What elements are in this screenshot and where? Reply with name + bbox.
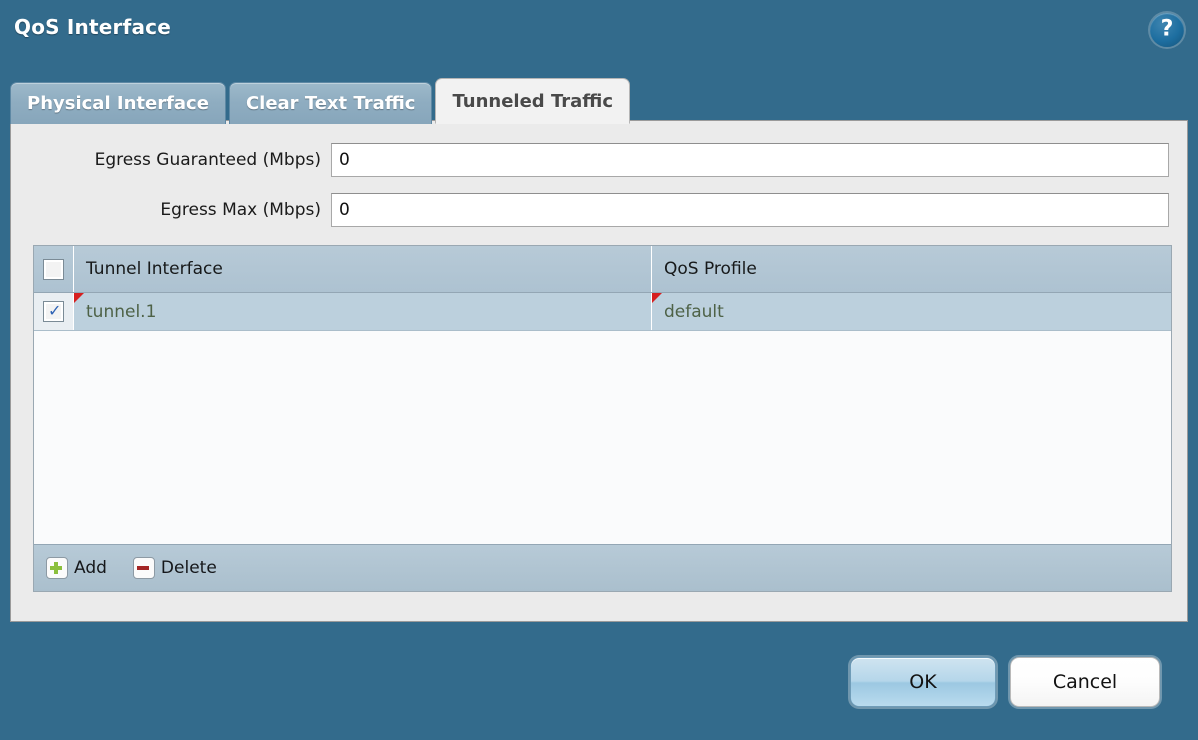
- cell-value: default: [664, 301, 724, 322]
- cell-value: tunnel.1: [86, 301, 157, 322]
- add-button[interactable]: Add: [46, 557, 107, 579]
- egress-max-label: Egress Max (Mbps): [160, 200, 321, 220]
- cell-tunnel-interface[interactable]: tunnel.1: [74, 293, 652, 330]
- egress-guaranteed-input[interactable]: [331, 143, 1169, 177]
- ok-button[interactable]: OK: [850, 657, 996, 707]
- row-checkbox[interactable]: ✓: [43, 301, 64, 322]
- tab-label: Physical Interface: [27, 93, 209, 114]
- select-all-checkbox[interactable]: [43, 258, 64, 280]
- tab-label: Clear Text Traffic: [245, 93, 416, 114]
- delete-button-label: Delete: [160, 558, 217, 578]
- tab-physical-interface[interactable]: Physical Interface: [10, 82, 226, 124]
- table-row[interactable]: ✓ tunnel.1 default: [34, 293, 1171, 331]
- plus-icon: [46, 557, 68, 579]
- table-body: ✓ tunnel.1 default: [34, 293, 1171, 544]
- egress-max-input[interactable]: [331, 193, 1169, 227]
- ok-button-label: OK: [909, 671, 937, 693]
- page-title: QoS Interface: [14, 15, 171, 39]
- dialog-titlebar: QoS Interface ?: [0, 0, 1198, 62]
- egress-guaranteed-row: Egress Guaranteed (Mbps): [11, 143, 1187, 177]
- column-header-qos-profile[interactable]: QoS Profile: [652, 246, 1171, 292]
- egress-max-row: Egress Max (Mbps): [11, 193, 1187, 227]
- delete-button[interactable]: Delete: [132, 557, 217, 579]
- cancel-button-label: Cancel: [1052, 671, 1118, 693]
- tab-clear-text-traffic[interactable]: Clear Text Traffic: [228, 82, 433, 124]
- row-select-cell: ✓: [34, 293, 74, 330]
- column-header-label: Tunnel Interface: [86, 259, 223, 279]
- tab-tunneled-traffic[interactable]: Tunneled Traffic: [435, 78, 631, 124]
- tunneled-traffic-panel: Egress Guaranteed (Mbps) Egress Max (Mbp…: [10, 120, 1188, 622]
- tab-label: Tunneled Traffic: [452, 90, 614, 112]
- tunnel-interface-table: Tunnel Interface QoS Profile ✓ tunnel.1: [33, 245, 1172, 592]
- edited-flag-icon: [74, 293, 84, 303]
- help-glyph: ?: [1160, 16, 1174, 42]
- dialog-footer: OK Cancel: [0, 622, 1198, 740]
- select-all-header-cell: [34, 246, 74, 292]
- column-header-label: QoS Profile: [664, 259, 757, 279]
- cancel-button[interactable]: Cancel: [1010, 657, 1160, 707]
- column-header-tunnel-interface[interactable]: Tunnel Interface: [74, 246, 652, 292]
- egress-guaranteed-label: Egress Guaranteed (Mbps): [94, 150, 321, 170]
- help-question-icon[interactable]: ?: [1150, 13, 1184, 47]
- edited-flag-icon: [652, 293, 662, 303]
- cell-qos-profile[interactable]: default: [652, 293, 1171, 330]
- tab-bar: Physical Interface Clear Text Traffic Tu…: [10, 76, 633, 124]
- table-toolbar: Add Delete: [34, 544, 1171, 591]
- minus-icon: [132, 557, 155, 579]
- qos-interface-dialog: QoS Interface ? Physical Interface Clear…: [0, 0, 1198, 740]
- add-button-label: Add: [74, 558, 107, 578]
- table-header-row: Tunnel Interface QoS Profile: [34, 246, 1171, 293]
- checkmark-icon: ✓: [48, 301, 62, 320]
